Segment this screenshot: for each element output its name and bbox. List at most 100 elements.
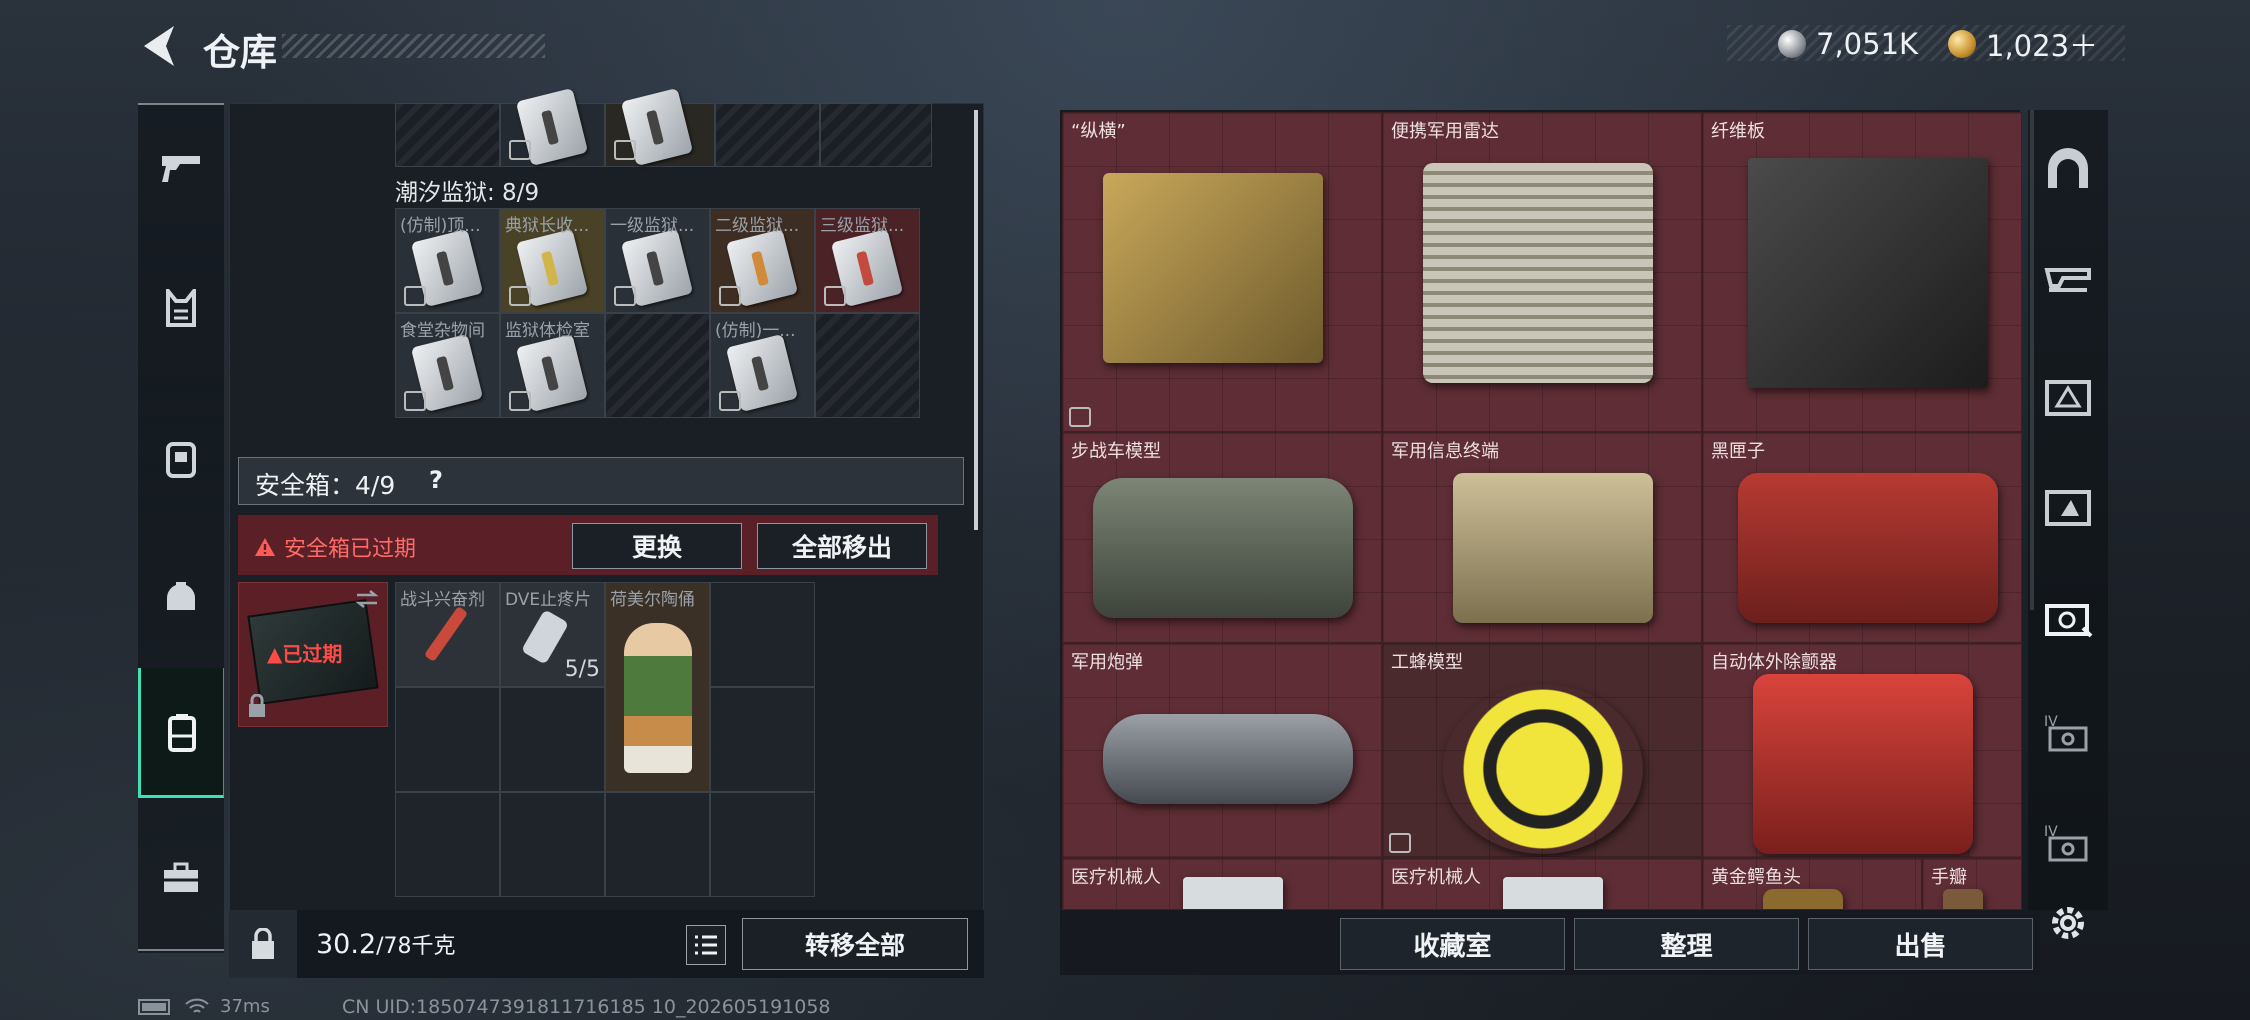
alert-text: 安全箱已过期 <box>284 537 417 562</box>
tide-prison-slot[interactable]: 二级监狱... <box>710 208 815 313</box>
safe-box-slot-empty[interactable] <box>500 792 605 897</box>
safe-item[interactable]: DVE止疼片 5/5 <box>500 582 605 687</box>
tide-prison-slot[interactable] <box>815 313 920 418</box>
weight-lock[interactable] <box>229 910 297 978</box>
lock-icon <box>509 391 531 411</box>
fiber-board-icon <box>1748 158 1988 388</box>
collection-room-button[interactable]: 收藏室 <box>1340 918 1565 970</box>
right-tab-tier4-b[interactable]: IV <box>2040 815 2096 871</box>
item-tile[interactable]: 纤维板 <box>1702 112 2022 432</box>
item-tile[interactable]: 自动体外除颤器 <box>1702 643 2022 858</box>
item-tile[interactable]: 军用信息终端 <box>1382 432 1702 643</box>
left-scrollbar[interactable] <box>974 110 978 530</box>
aed-icon <box>1753 674 1973 854</box>
silver-amount: 7,051K <box>1816 27 1919 61</box>
settings-button[interactable] <box>2040 895 2096 951</box>
item-label: 战斗兴奋剂 <box>400 590 485 610</box>
safe-box-slot-empty[interactable] <box>395 792 500 897</box>
grid-cell[interactable] <box>500 87 605 167</box>
tide-prison-slot[interactable]: 监狱体检室 <box>500 313 605 418</box>
help-icon[interactable]: ? <box>429 466 443 494</box>
grid-cell[interactable] <box>395 103 500 167</box>
item-tile[interactable]: 便携军用雷达 <box>1382 112 1702 432</box>
item-tile[interactable]: 手瓣 <box>1922 858 2022 910</box>
grid-cell[interactable] <box>820 103 932 167</box>
tide-prison-slot[interactable]: 三级监狱... <box>815 208 920 313</box>
organize-button[interactable]: 整理 <box>1574 918 1799 970</box>
transfer-all-button[interactable]: 转移全部 <box>742 918 968 970</box>
silver-currency[interactable]: 7,051K <box>1778 26 1918 62</box>
toolbox-icon <box>164 862 198 892</box>
safe-box-slot-empty[interactable] <box>500 687 605 792</box>
backpack-icon <box>166 442 196 478</box>
item-tile[interactable]: 工蜂模型 <box>1382 643 1702 858</box>
item-label: “纵横” <box>1071 121 1126 142</box>
nav-weapons[interactable] <box>138 113 224 223</box>
grid-cell[interactable] <box>605 87 715 167</box>
right-tab-tier4-a[interactable]: IV <box>2040 705 2096 761</box>
right-tab-collectibles[interactable] <box>2040 592 2096 648</box>
safe-item[interactable]: 战斗兴奋剂 <box>395 582 500 687</box>
nav-backpack[interactable] <box>138 403 224 513</box>
tide-prison-slot[interactable]: 一级监狱... <box>605 208 710 313</box>
lock-icon <box>824 286 846 306</box>
safe-box-slot-empty[interactable] <box>710 582 815 687</box>
item-label: 医疗机械人 <box>1391 867 1481 888</box>
silver-coin-icon <box>1778 30 1806 58</box>
right-tab-valuables[interactable] <box>2040 370 2096 426</box>
tide-prison-slot[interactable] <box>605 313 710 418</box>
tide-prison-slot[interactable]: 食堂杂物间 <box>395 313 500 418</box>
safe-box-slot-empty[interactable] <box>605 792 710 897</box>
swap-icon[interactable] <box>355 589 379 609</box>
sell-button[interactable]: 出售 <box>1808 918 2033 970</box>
grid-cell[interactable] <box>715 103 820 167</box>
item-tile[interactable]: 军用炮弹 <box>1062 643 1382 858</box>
item-label: 黄金鳄鱼头 <box>1711 867 1801 888</box>
nav-storage[interactable] <box>138 668 224 798</box>
nav-toolbox[interactable] <box>138 823 224 933</box>
medical-robot-icon <box>1183 877 1283 909</box>
lock-icon <box>719 391 741 411</box>
item-label: 步战车模型 <box>1071 441 1161 462</box>
move-all-out-button[interactable]: 全部移出 <box>757 523 927 569</box>
locked-icon <box>1389 833 1411 853</box>
safe-box-slot[interactable]: ▲已过期 <box>238 582 388 727</box>
tier-iv-icon: IV <box>2044 714 2088 752</box>
item-label: 黑匣子 <box>1711 441 1765 462</box>
nav-armor[interactable] <box>138 253 224 363</box>
safe-box-slot-empty[interactable] <box>395 687 500 792</box>
tide-prison-label: 潮汐监狱: 8/9 <box>395 180 540 206</box>
right-tab-all[interactable] <box>2040 140 2096 196</box>
item-tile[interactable]: 黑匣子 <box>1702 432 2022 643</box>
terminal-icon <box>1453 473 1653 623</box>
tide-prison-slot[interactable]: 典狱长收... <box>500 208 605 313</box>
tide-prison-slot[interactable]: (仿制)顶... <box>395 208 500 313</box>
lock-icon <box>614 286 636 306</box>
list-view-button[interactable] <box>686 925 726 965</box>
item-tile[interactable]: 步战车模型 <box>1062 432 1382 643</box>
gear-icon <box>2052 907 2084 939</box>
slot-label: (仿制)顶... <box>400 216 481 236</box>
item-tile[interactable]: 医疗机械人 <box>1382 858 1702 910</box>
safe-item[interactable]: 荷美尔陶俑 <box>605 582 710 792</box>
nav-helmet[interactable] <box>138 543 224 653</box>
tide-prison-slot[interactable]: (仿制)一... <box>710 313 815 418</box>
page-title: 仓库 <box>203 31 277 74</box>
safe-box-slot-empty[interactable] <box>710 792 815 897</box>
item-tile[interactable]: 医疗机械人 <box>1062 858 1382 910</box>
replace-button[interactable]: 更换 <box>572 523 742 569</box>
right-tab-supplies[interactable] <box>2040 480 2096 536</box>
container-icon <box>168 713 196 752</box>
right-tab-weapons[interactable] <box>2040 252 2096 308</box>
gold-currency[interactable]: 1,023＋ <box>1948 26 2098 63</box>
weight-max: /78千克 <box>376 934 456 959</box>
item-label: 便携军用雷达 <box>1391 121 1499 142</box>
slot-label: 二级监狱... <box>715 216 800 236</box>
item-label: 军用炮弹 <box>1071 652 1143 673</box>
back-arrow-icon[interactable] <box>138 24 178 68</box>
safe-box-slot-empty[interactable] <box>710 687 815 792</box>
item-tile[interactable]: 黄金鳄鱼头 <box>1702 858 1922 910</box>
item-tile[interactable]: “纵横” <box>1062 112 1382 432</box>
lock-icon <box>404 391 426 411</box>
weight-display: 30.2/78千克 <box>316 928 456 960</box>
